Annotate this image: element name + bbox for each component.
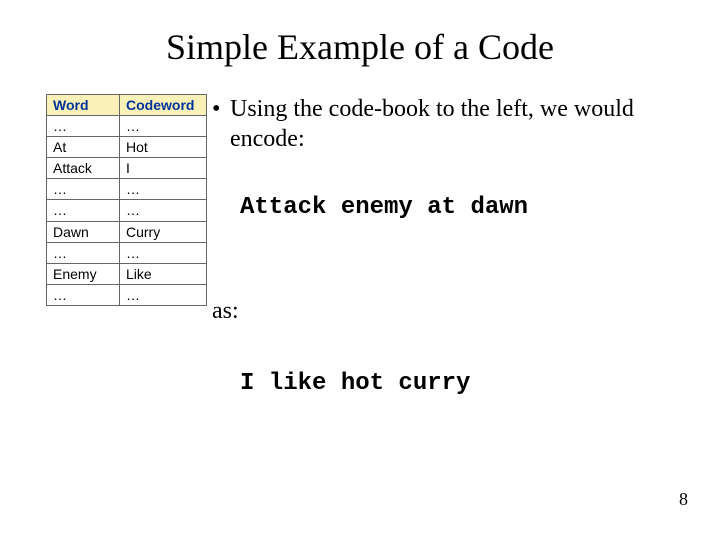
- cell-codeword: …: [120, 284, 207, 305]
- cell-word: Dawn: [47, 221, 120, 242]
- header-codeword: Codeword: [120, 95, 207, 116]
- table-row: Dawn Curry: [47, 221, 207, 242]
- cell-codeword: Like: [120, 263, 207, 284]
- cell-word: …: [47, 200, 120, 221]
- table-row: … …: [47, 284, 207, 305]
- page-number: 8: [679, 489, 688, 510]
- cell-codeword: I: [120, 158, 207, 179]
- bullet-item: • Using the code-book to the left, we wo…: [212, 94, 672, 154]
- table-row: … …: [47, 116, 207, 137]
- table-row: … …: [47, 242, 207, 263]
- cell-codeword: Hot: [120, 137, 207, 158]
- cell-codeword: …: [120, 242, 207, 263]
- slide-title: Simple Example of a Code: [0, 26, 720, 68]
- body-text: • Using the code-book to the left, we wo…: [212, 94, 672, 154]
- cell-word: Attack: [47, 158, 120, 179]
- table-row: Attack I: [47, 158, 207, 179]
- bullet-dot-icon: •: [212, 94, 230, 124]
- cell-codeword: Curry: [120, 221, 207, 242]
- cell-word: …: [47, 242, 120, 263]
- ciphertext-line: I like hot curry: [240, 370, 470, 397]
- cell-codeword: …: [120, 179, 207, 200]
- table-header-row: Word Codeword: [47, 95, 207, 116]
- cell-word: Enemy: [47, 263, 120, 284]
- header-word: Word: [47, 95, 120, 116]
- table-row: Enemy Like: [47, 263, 207, 284]
- plaintext-line: Attack enemy at dawn: [240, 194, 528, 221]
- table-row: … …: [47, 200, 207, 221]
- slide: Simple Example of a Code Word Codeword ……: [0, 0, 720, 540]
- cell-word: …: [47, 116, 120, 137]
- bullet-text: Using the code-book to the left, we woul…: [230, 94, 672, 154]
- table-row: … …: [47, 179, 207, 200]
- table-row: At Hot: [47, 137, 207, 158]
- cell-codeword: …: [120, 200, 207, 221]
- cell-codeword: …: [120, 116, 207, 137]
- cell-word: …: [47, 284, 120, 305]
- cell-word: …: [47, 179, 120, 200]
- cell-word: At: [47, 137, 120, 158]
- codebook-table: Word Codeword … … At Hot Attack I … … …: [46, 94, 207, 306]
- as-label: as:: [212, 298, 239, 325]
